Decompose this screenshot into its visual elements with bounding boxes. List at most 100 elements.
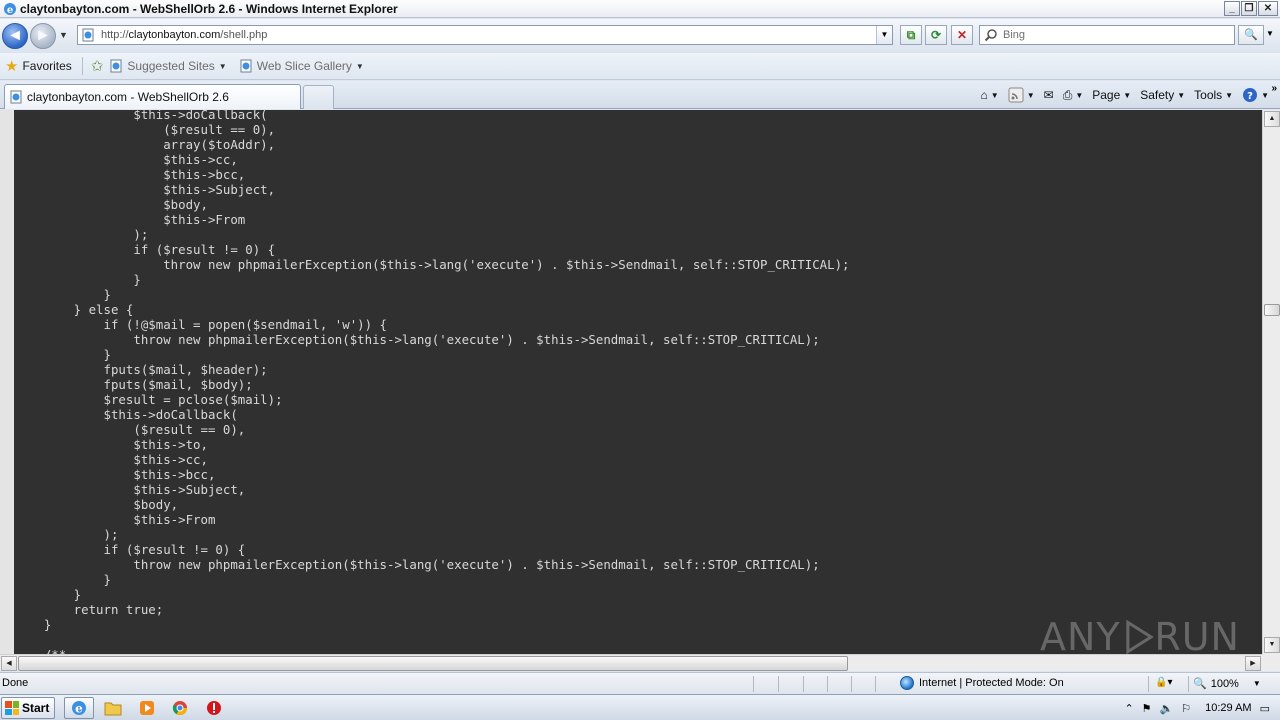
code-line: throw new phpmailerException($this->lang… — [14, 332, 820, 347]
stop-button[interactable]: ✕ — [951, 25, 973, 45]
window-title-bar: e claytonbayton.com - WebShellOrb 2.6 - … — [0, 0, 1280, 18]
feeds-button[interactable]: ▼ — [1005, 85, 1038, 105]
windows-logo-icon — [5, 701, 19, 715]
status-panel — [851, 676, 852, 692]
globe-icon — [900, 676, 914, 690]
code-line: $body, — [14, 497, 179, 512]
taskbar-avast-button[interactable] — [199, 697, 229, 719]
minimize-button[interactable]: _ — [1224, 1, 1240, 16]
back-button[interactable]: ◄ — [2, 23, 28, 49]
code-line: } else { — [14, 302, 134, 317]
close-button[interactable]: ✕ — [1258, 1, 1278, 16]
code-view: $this->doCallback( ($result == 0), array… — [14, 110, 1262, 654]
recent-pages-dropdown-icon[interactable]: ▼ — [59, 30, 68, 40]
status-panel — [1148, 676, 1149, 692]
tab-active[interactable]: claytonbayton.com - WebShellOrb 2.6 — [4, 84, 301, 109]
code-line: throw new phpmailerException($this->lang… — [14, 257, 850, 272]
ie-icon: e — [72, 701, 86, 716]
security-zone[interactable]: Internet | Protected Mode: On — [900, 676, 1064, 690]
code-line: $this->doCallback( — [14, 407, 238, 422]
code-line: $body, — [14, 197, 208, 212]
zoom-control[interactable]: 🔍 100% ▼ — [1193, 677, 1261, 691]
address-bar[interactable]: http://claytonbayton.com/shell.php ▼ — [77, 25, 893, 45]
code-line: if ($result != 0) { — [14, 242, 276, 257]
scroll-up-icon[interactable]: ▲ — [1264, 111, 1280, 127]
suggested-sites-link[interactable]: Suggested Sites ▼ — [109, 59, 227, 73]
search-icon — [984, 29, 997, 42]
system-tray: ⌃ ⚑ 🔈 ⚐ 10:29 AM ▭ — [1124, 697, 1280, 719]
start-label: Start — [22, 701, 50, 715]
taskbar: Start e ⌃ ⚑ 🔈 ⚐ 10:29 AM ▭ — [0, 694, 1280, 720]
web-slice-gallery-link[interactable]: Web Slice Gallery ▼ — [239, 59, 364, 73]
tools-menu[interactable]: Tools ▼ — [1191, 86, 1236, 104]
refresh-button[interactable]: ⟳ — [925, 25, 947, 45]
web-slice-gallery-label: Web Slice Gallery — [256, 59, 352, 73]
print-button[interactable]: ⎙ ▼ — [1060, 86, 1087, 105]
show-hidden-icons-icon[interactable]: ⌃ — [1124, 702, 1133, 715]
help-button[interactable]: ? ▼ — [1239, 85, 1272, 105]
favorites-label: Favorites — [22, 59, 72, 73]
home-button[interactable]: ⌂ ▼ — [978, 86, 1002, 104]
scroll-right-icon[interactable]: ▶ — [1245, 656, 1261, 671]
search-options-dropdown-icon[interactable]: ▼ — [1266, 29, 1274, 38]
network-flag-icon[interactable]: ⚐ — [1181, 702, 1191, 715]
horizontal-scrollbar[interactable]: ◀ ▶ — [0, 654, 1262, 671]
url-host: claytonbayton.com — [128, 29, 221, 41]
address-url[interactable]: http://claytonbayton.com/shell.php — [101, 29, 267, 41]
clock[interactable]: 10:29 AM — [1205, 702, 1251, 714]
taskbar-media-player-button[interactable] — [132, 697, 162, 719]
code-line: array($toAddr), — [14, 137, 276, 152]
page-icon — [82, 28, 94, 42]
source-code: $this->doCallback( ($result == 0), array… — [14, 110, 850, 654]
forward-button[interactable]: ► — [30, 23, 56, 49]
search-box[interactable]: Bing — [979, 25, 1235, 45]
vertical-scrollbar[interactable]: ▲ ▼ — [1262, 110, 1280, 654]
code-line: $this->cc, — [14, 152, 238, 167]
code-line: $this->cc, — [14, 452, 208, 467]
status-panel — [753, 676, 754, 692]
vertical-scroll-thumb[interactable] — [1264, 304, 1280, 316]
address-dropdown-icon[interactable]: ▼ — [876, 26, 892, 44]
new-tab-button[interactable] — [303, 85, 334, 109]
code-line: $this->From — [14, 212, 246, 227]
chevron-down-icon: ▼ — [355, 61, 364, 71]
read-mail-button[interactable]: ✉ — [1041, 86, 1057, 104]
scrollbar-corner — [1262, 654, 1280, 671]
status-panel — [778, 676, 779, 692]
screen: e claytonbayton.com - WebShellOrb 2.6 - … — [0, 0, 1280, 720]
volume-icon[interactable]: 🔈 — [1160, 702, 1174, 715]
zoom-icon: 🔍 — [1193, 678, 1207, 690]
more-commands-icon[interactable]: » — [1271, 83, 1277, 94]
taskbar-explorer-button[interactable] — [98, 697, 128, 719]
add-to-favorites-bar-icon[interactable]: ✩ — [91, 57, 104, 75]
show-desktop-icon[interactable]: ▭ — [1260, 702, 1270, 715]
command-bar: ⌂ ▼ ▼ ✉ ⎙ ▼ Page ▼ Safety ▼ Tools ▼ ? ▼ — [978, 85, 1272, 105]
page-menu[interactable]: Page ▼ — [1089, 86, 1134, 104]
code-line: return true; — [14, 602, 164, 617]
chevron-down-icon: ▼ — [1252, 679, 1261, 688]
code-line: $result = pclose($mail); — [14, 392, 283, 407]
horizontal-scroll-thumb[interactable] — [18, 656, 848, 671]
action-center-icon[interactable]: ⚑ — [1142, 702, 1152, 715]
safety-menu[interactable]: Safety ▼ — [1137, 86, 1188, 104]
search-go-button[interactable]: 🔍 — [1238, 25, 1264, 45]
code-line: } — [14, 572, 111, 587]
code-line: ($result == 0), — [14, 422, 246, 437]
compatibility-view-button[interactable]: ⧉ — [900, 25, 922, 45]
code-line: /** — [14, 647, 850, 654]
ie-page-icon — [110, 59, 122, 73]
restore-button[interactable]: ❐ — [1241, 1, 1257, 16]
code-line: if (!@$mail = popen($sendmail, 'w')) { — [14, 317, 387, 332]
help-icon: ? — [1243, 88, 1258, 102]
favorites-button[interactable]: ★ Favorites — [5, 57, 72, 75]
scroll-down-icon[interactable]: ▼ — [1264, 637, 1280, 653]
chevron-down-icon: ▼ — [990, 90, 999, 100]
scroll-left-icon[interactable]: ◀ — [1, 656, 17, 671]
start-button[interactable]: Start — [1, 697, 55, 719]
taskbar-chrome-button[interactable] — [165, 697, 195, 719]
safety-menu-label: Safety — [1140, 88, 1175, 102]
code-line: $this->doCallback( — [14, 110, 268, 122]
taskbar-ie-button[interactable]: e — [64, 697, 94, 719]
protected-mode-lock-icon[interactable]: 🔒▾ — [1155, 677, 1172, 688]
